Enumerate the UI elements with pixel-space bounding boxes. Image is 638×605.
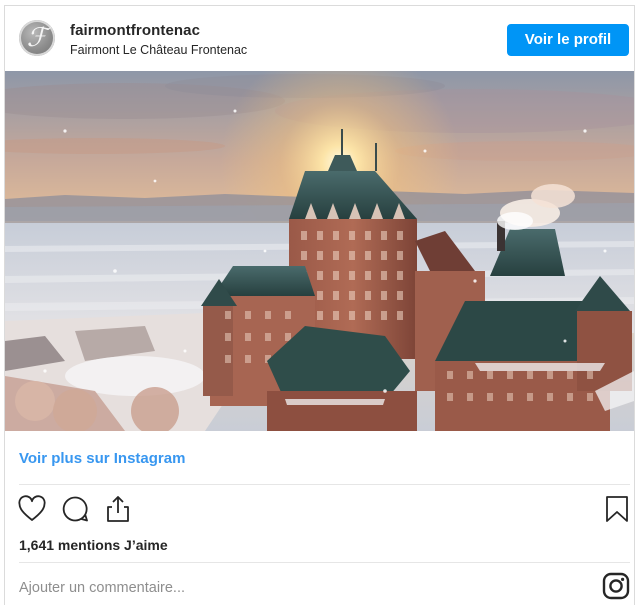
instagram-embed-card: ℱ fairmontfrontenac Fairmont Le Château … bbox=[4, 5, 635, 605]
action-bar bbox=[5, 494, 634, 530]
fairmont-logo-mark: ℱ bbox=[26, 23, 48, 53]
account-subtitle: Fairmont Le Château Frontenac bbox=[70, 43, 248, 57]
view-profile-button[interactable]: Voir le profil bbox=[507, 24, 629, 56]
profile-avatar[interactable]: ℱ bbox=[19, 20, 55, 56]
post-photo[interactable] bbox=[5, 71, 634, 431]
username[interactable]: fairmontfrontenac bbox=[70, 22, 200, 39]
comment-input[interactable] bbox=[19, 574, 579, 602]
bookmark-icon[interactable] bbox=[604, 494, 630, 524]
divider bbox=[19, 484, 630, 485]
post-header: ℱ fairmontfrontenac Fairmont Le Château … bbox=[5, 6, 634, 71]
comment-bubble-icon[interactable] bbox=[60, 494, 90, 524]
share-icon[interactable] bbox=[103, 494, 133, 524]
instagram-logo-icon[interactable] bbox=[602, 572, 630, 600]
heart-icon[interactable] bbox=[17, 494, 47, 524]
see-more-on-instagram-link[interactable]: Voir plus sur Instagram bbox=[19, 450, 185, 467]
divider bbox=[19, 562, 630, 563]
likes-count: 1,641 mentions J’aime bbox=[19, 537, 168, 553]
